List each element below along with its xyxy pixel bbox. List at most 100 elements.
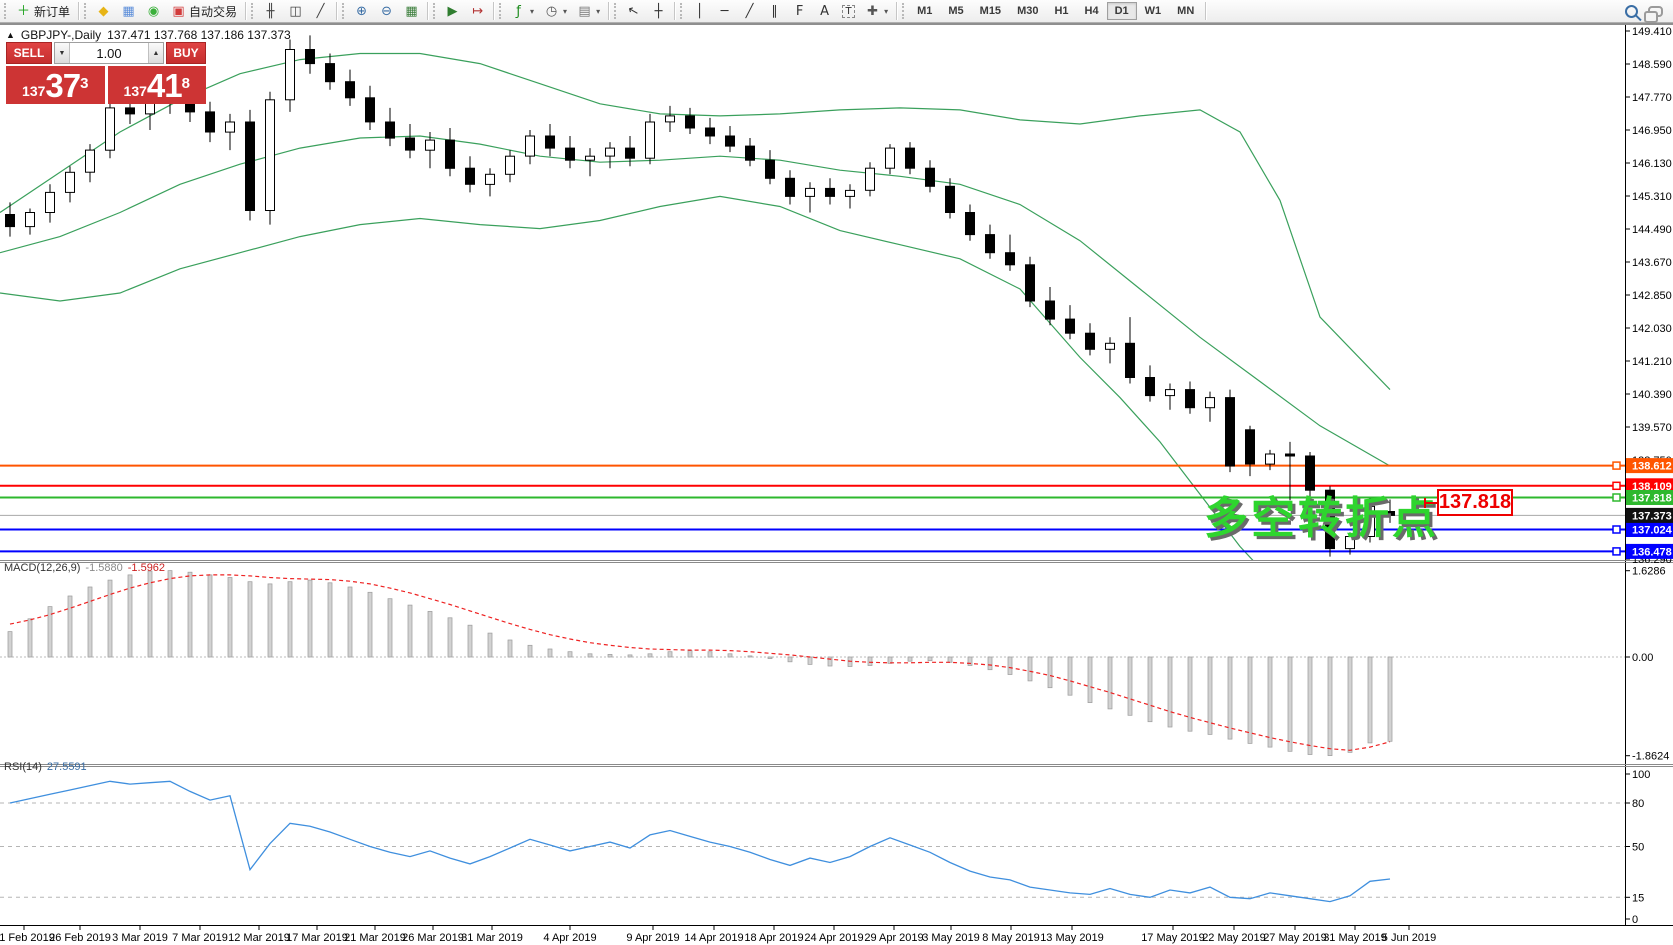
hline-handle[interactable] bbox=[1613, 482, 1620, 489]
candlestick-type-icon[interactable]: ◫ bbox=[283, 1, 308, 21]
toolbar-separator bbox=[427, 2, 428, 20]
hline-handle[interactable] bbox=[1613, 462, 1620, 469]
price-tick-label: 143.670 bbox=[1632, 257, 1672, 269]
trendline-icon[interactable]: ╱ bbox=[737, 1, 762, 21]
autotrade-button[interactable]: ▣自动交易 bbox=[166, 1, 242, 21]
zoom-out-icon[interactable]: ⊖ bbox=[374, 1, 399, 21]
sell-price-button[interactable]: 137 37 3 bbox=[6, 66, 105, 104]
macd-name: MACD(12,26,9) bbox=[4, 562, 80, 574]
date-tick-label: 9 Apr 2019 bbox=[626, 932, 679, 944]
price-annotation-box[interactable]: 137.818 bbox=[1437, 489, 1513, 516]
chevron-down-icon: ▾ bbox=[884, 7, 888, 16]
horizontal-line-icon[interactable]: ─ bbox=[712, 1, 737, 21]
toolbar-grip bbox=[433, 3, 438, 19]
timeframe-m15[interactable]: M15 bbox=[972, 2, 1009, 20]
timeframe-w1[interactable]: W1 bbox=[1137, 2, 1170, 20]
market-watch-icon[interactable]: ◆ bbox=[91, 1, 116, 21]
shapes-icon[interactable]: ✚▾ bbox=[860, 1, 893, 21]
date-tick-label: 7 Mar 2019 bbox=[172, 932, 228, 944]
chat-icon[interactable] bbox=[1648, 6, 1663, 17]
macd-tick-label: 1.6286 bbox=[1632, 566, 1666, 578]
price-tick-label: 148.590 bbox=[1632, 59, 1672, 71]
toolbar-grip bbox=[614, 3, 619, 19]
date-tick-label: 3 Mar 2019 bbox=[112, 932, 168, 944]
svg-text:137.818: 137.818 bbox=[1632, 493, 1672, 505]
price-tick-label: 141.210 bbox=[1632, 356, 1672, 368]
zoom-in-icon: ⊕ bbox=[354, 5, 369, 18]
vertical-line-icon[interactable]: │ bbox=[687, 1, 712, 21]
price-tick-label: 146.950 bbox=[1632, 125, 1672, 137]
periods-clock-icon[interactable]: ◷▾ bbox=[539, 1, 572, 21]
zoom-out-icon: ⊖ bbox=[379, 5, 394, 18]
toolbar-separator bbox=[608, 2, 609, 20]
date-tick-label: 13 May 2019 bbox=[1040, 932, 1104, 944]
price-tick-label: 140.390 bbox=[1632, 389, 1672, 401]
panel-collapse-arrow[interactable]: ▲ bbox=[6, 30, 15, 40]
timeframe-m30[interactable]: M30 bbox=[1009, 2, 1046, 20]
date-axis[interactable]: 21 Feb 201926 Feb 20193 Mar 2019 7 Mar 20… bbox=[0, 926, 1436, 944]
toolbar-separator bbox=[896, 2, 897, 20]
hline-handle[interactable] bbox=[1613, 548, 1620, 555]
timeframe-mn[interactable]: MN bbox=[1169, 2, 1202, 20]
toolbar-separator bbox=[78, 2, 79, 20]
buy-price-button[interactable]: 137 41 8 bbox=[108, 66, 207, 104]
zoom-in-icon[interactable]: ⊕ bbox=[349, 1, 374, 21]
text-icon[interactable]: A bbox=[812, 1, 837, 21]
fibonacci-icon[interactable]: F bbox=[787, 1, 812, 21]
macd-tick-label: 0.00 bbox=[1632, 652, 1653, 664]
bar-chart-type-icon: ╫ bbox=[263, 5, 278, 18]
auto-scroll-icon[interactable]: ▶ bbox=[440, 1, 465, 21]
chart-shift-icon: ↦ bbox=[470, 5, 485, 18]
timeframe-d1[interactable]: D1 bbox=[1107, 2, 1137, 20]
autotrade-icon: ▣ bbox=[171, 5, 186, 18]
volume-input[interactable] bbox=[70, 43, 148, 63]
sell-button[interactable]: SELL bbox=[6, 42, 52, 64]
date-tick-label: 14 Apr 2019 bbox=[684, 932, 743, 944]
sell-price-big: 37 bbox=[45, 69, 80, 102]
chart-ohlc-values: 137.471 137.768 137.186 137.373 bbox=[107, 28, 291, 42]
chart-canvas[interactable]: 149.410148.590147.770146.950146.130145.3… bbox=[0, 0, 1673, 945]
date-tick-label: 26 Feb 2019 bbox=[49, 932, 111, 944]
shapes-icon: ✚ bbox=[865, 5, 880, 18]
timeframe-h1[interactable]: H1 bbox=[1046, 2, 1076, 20]
toolbar-divider bbox=[0, 23, 1673, 25]
add-indicator-icon[interactable]: ƒ▾ bbox=[506, 1, 539, 21]
template-icon[interactable]: ▤▾ bbox=[572, 1, 605, 21]
timeframe-m1[interactable]: M1 bbox=[909, 2, 940, 20]
macd-tick-label: -1.8624 bbox=[1632, 751, 1669, 763]
charts-window-icon[interactable]: ▦ bbox=[116, 1, 141, 21]
volume-decrease-button[interactable]: ▼ bbox=[55, 43, 70, 63]
svg-text:138.612: 138.612 bbox=[1632, 461, 1672, 473]
one-click-trading-panel: SELL ▼ ▲ BUY 137 37 3 137 41 8 bbox=[6, 42, 206, 104]
new-order-icon: ＋ bbox=[16, 5, 31, 18]
timeframe-h4[interactable]: H4 bbox=[1077, 2, 1107, 20]
chart-annotation-text[interactable]: 多空转折点 bbox=[1204, 482, 1439, 546]
chart-shift-icon[interactable]: ↦ bbox=[465, 1, 490, 21]
volume-increase-button[interactable]: ▲ bbox=[148, 43, 163, 63]
hline-handle[interactable] bbox=[1613, 526, 1620, 533]
signals-icon: ◉ bbox=[146, 5, 161, 18]
channel-icon[interactable]: ∥ bbox=[762, 1, 787, 21]
autotrade-button-label: 自动交易 bbox=[189, 3, 237, 20]
hline-handle[interactable] bbox=[1613, 494, 1620, 501]
periods-clock-icon: ◷ bbox=[544, 5, 559, 18]
bollinger-middle bbox=[0, 136, 1390, 466]
fibonacci-icon: F bbox=[792, 5, 807, 18]
bar-chart-type-icon[interactable]: ╫ bbox=[258, 1, 283, 21]
price-tick-label: 147.770 bbox=[1632, 92, 1672, 104]
cursor-icon[interactable]: ↖ bbox=[621, 1, 646, 21]
line-chart-type-icon[interactable]: ╱ bbox=[308, 1, 333, 21]
crosshair-icon[interactable]: ┼ bbox=[646, 1, 671, 21]
timeframe-m5[interactable]: M5 bbox=[940, 2, 971, 20]
date-tick-label: 5 Jun 2019 bbox=[1382, 932, 1436, 944]
signals-icon[interactable]: ◉ bbox=[141, 1, 166, 21]
new-order-button[interactable]: ＋新订单 bbox=[11, 1, 75, 21]
search-icon[interactable] bbox=[1625, 5, 1638, 18]
tile-windows-icon: ▦ bbox=[404, 5, 419, 18]
label-icon[interactable]: T bbox=[837, 1, 860, 21]
chart-title: ▲ GBPJPY-,Daily 137.471 137.768 137.186 … bbox=[6, 28, 291, 42]
tile-windows-icon[interactable]: ▦ bbox=[399, 1, 424, 21]
channel-icon: ∥ bbox=[767, 5, 782, 18]
date-tick-label: 21 Feb 2019 bbox=[0, 932, 55, 944]
buy-button[interactable]: BUY bbox=[166, 42, 206, 64]
